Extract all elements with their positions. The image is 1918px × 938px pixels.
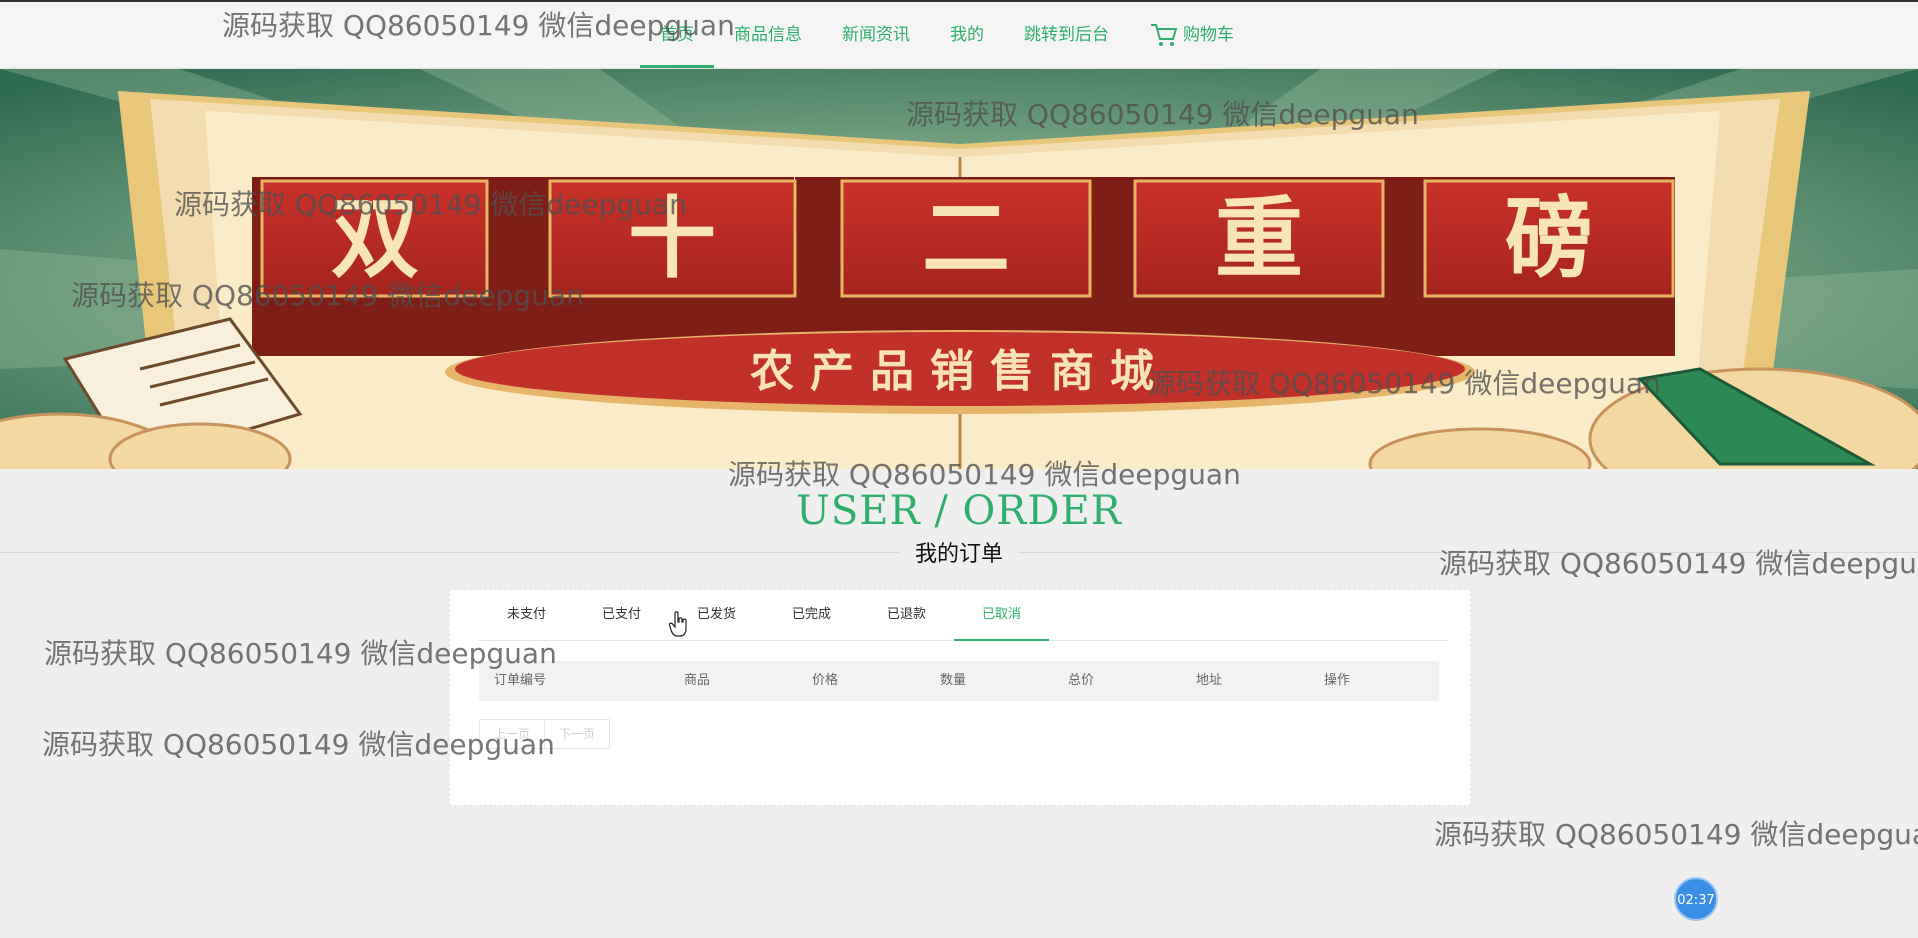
col-quantity: 数量	[940, 673, 967, 688]
timer-badge[interactable]: 02:37	[1674, 877, 1718, 921]
section-subtitle: 我的订单	[900, 536, 1018, 568]
tab-paid[interactable]: 已支付	[574, 590, 669, 640]
tab-cancelled[interactable]: 已取消	[954, 590, 1049, 641]
col-actions: 操作	[1324, 673, 1351, 688]
cart-icon	[1151, 24, 1178, 46]
prev-page-button[interactable]: 上一页	[479, 719, 546, 749]
headline-char-4: 重	[1215, 186, 1303, 290]
nav-item-cart[interactable]: 购物车	[1129, 2, 1254, 68]
watermark: 源码获取 QQ86050149 微信deepguan	[1439, 547, 1918, 580]
headline-char-5: 磅	[1505, 186, 1593, 290]
next-page-button[interactable]: 下一页	[545, 719, 611, 749]
order-status-tabs: 未支付 已支付 已发货 已完成 已退款 已取消	[479, 590, 1449, 641]
promo-banner[interactable]: 双 十 二 重 磅 农产品销售商城	[0, 69, 1918, 469]
col-address: 地址	[1196, 673, 1223, 688]
orders-panel: 未支付 已支付 已发货 已完成 已退款 已取消 订单编号 商品 价格 数量 总价…	[449, 589, 1471, 806]
tab-completed[interactable]: 已完成	[764, 590, 859, 640]
headline-char-1: 双	[331, 186, 419, 290]
tab-refunded[interactable]: 已退款	[859, 590, 954, 640]
watermark: 源码获取 QQ86050149 微信deepguan	[1434, 818, 1918, 851]
cart-label: 购物车	[1183, 25, 1234, 45]
section-title: USER / ORDER	[796, 488, 1122, 534]
col-price: 价格	[812, 673, 839, 688]
main-nav: 首页 商品信息 新闻资讯 我的 跳转到后台 购物车	[640, 2, 1254, 68]
col-total: 总价	[1068, 673, 1095, 688]
banner-subtitle: 农产品销售商城	[750, 346, 1170, 397]
headline-char-3: 二	[922, 186, 1010, 290]
col-order-id: 订单编号	[494, 673, 547, 688]
tab-unpaid[interactable]: 未支付	[479, 590, 574, 640]
banner-illustration: 双 十 二 重 磅 农产品销售商城	[0, 69, 1918, 469]
nav-item-news[interactable]: 新闻资讯	[822, 2, 930, 68]
top-navbar: 首页 商品信息 新闻资讯 我的 跳转到后台 购物车	[0, 2, 1918, 69]
nav-item-mine[interactable]: 我的	[930, 2, 1004, 68]
headline-char-2: 十	[628, 186, 716, 290]
hand-cursor-icon	[669, 611, 687, 637]
pagination: 上一页 下一页	[479, 719, 611, 749]
col-product: 商品	[684, 673, 711, 688]
nav-item-home[interactable]: 首页	[640, 2, 714, 68]
nav-item-admin[interactable]: 跳转到后台	[1004, 2, 1129, 68]
orders-table-header: 订单编号 商品 价格 数量 总价 地址 操作	[479, 661, 1439, 701]
nav-item-products[interactable]: 商品信息	[714, 2, 822, 68]
